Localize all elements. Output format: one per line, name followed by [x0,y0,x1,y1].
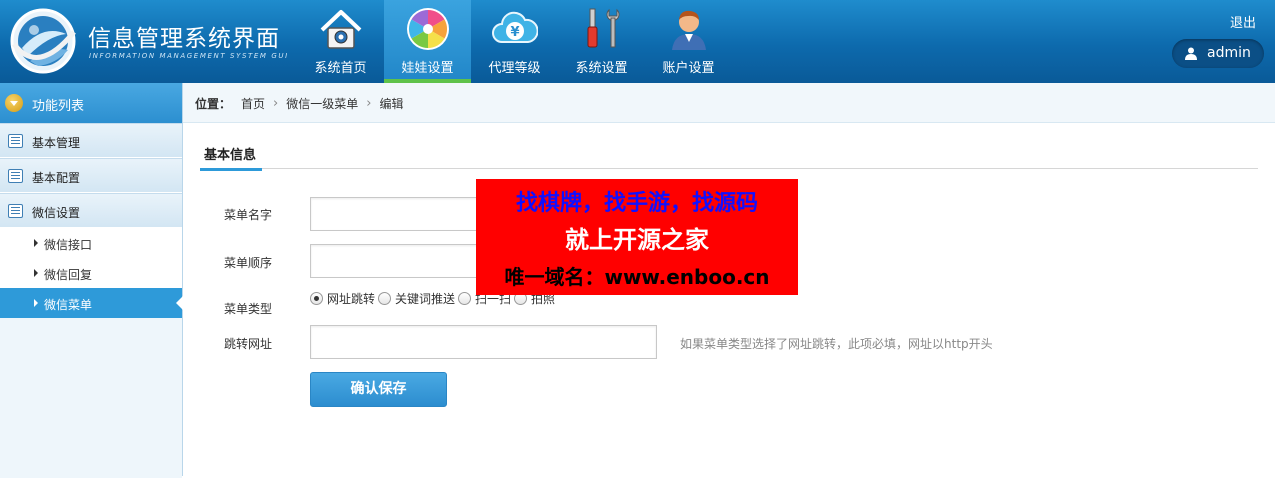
ad-banner[interactable]: 找棋牌，找手游，找源码 就上开源之家 唯一域名：www.enboo.cn [476,179,798,295]
user-account-icon [672,10,706,50]
nav-label: 系统设置 [575,61,628,76]
tab-label: 基本信息 [204,148,257,163]
list-icon [8,204,23,218]
save-button[interactable]: 确认保存 [310,372,447,407]
nav-label: 代理等级 [488,61,541,76]
ad-line-3: 唯一域名：www.enboo.cn [504,265,770,289]
menu-type-label: 菜单类型 [224,302,273,316]
sidebar: 功能列表 基本管理 基本配置 微信设置 微信接口 微信回复 微信菜单 [0,83,183,478]
breadcrumb-current: 编辑 [379,97,404,111]
radio-label: 网址跳转 [327,292,376,306]
menu-name-label: 菜单名字 [224,208,273,222]
sidebar-header-label: 功能列表 [32,99,85,114]
menu-order-label: 菜单顺序 [224,256,273,270]
nav-item-home[interactable]: 系统首页 [297,0,384,83]
radio-url-redirect[interactable]: 网址跳转 [310,290,375,307]
radio-checked-icon [310,292,323,305]
sidebar-group-basic-config[interactable]: 基本配置 [0,158,182,193]
username: admin [1207,45,1251,61]
nav-item-account-settings[interactable]: 账户设置 [645,0,732,83]
svg-text:¥: ¥ [510,25,519,40]
radio-keyword-push[interactable]: 关键词推送 [378,290,455,307]
sidebar-item-label: 微信菜单 [44,298,93,312]
ad-line-1: 找棋牌，找手游，找源码 [515,191,758,216]
sidebar-item-label: 微信回复 [44,268,93,282]
nav-item-agent-level[interactable]: ¥ 代理等级 [471,0,558,83]
sidebar-empty-area [0,318,182,478]
nav-item-doll-settings[interactable]: 娃娃设置 [384,0,471,83]
radio-label: 关键词推送 [395,292,456,306]
sidebar-group-wechat-settings[interactable]: 微信设置 [0,193,182,228]
sidebar-group-basic-management[interactable]: 基本管理 [0,123,182,158]
redirect-url-label: 跳转网址 [224,337,273,351]
form-tabbar: 基本信息 [200,137,1258,171]
tab-basic-info[interactable]: 基本信息 [200,137,263,171]
sidebar-group-label: 基本管理 [32,136,81,150]
list-icon [8,169,23,183]
breadcrumb: 位置： 首页 › 微信一级菜单 › 编辑 [183,83,1275,123]
sidebar-group-label: 基本配置 [32,171,81,185]
breadcrumb-wechat-menu[interactable]: 微信一级菜单 [286,95,358,112]
nav-label: 账户设置 [662,61,715,76]
sidebar-item-label: 微信接口 [44,238,93,252]
caret-right-icon [34,299,38,307]
nav-label: 系统首页 [314,61,367,76]
tools-icon [587,8,620,48]
sidebar-item-wechat-reply[interactable]: 微信回复 [0,258,182,288]
nav-label: 娃娃设置 [401,61,454,76]
top-header: 信息管理系统界面 INFORMATION MANAGEMENT SYSTEM G… [0,0,1275,83]
sidebar-header[interactable]: 功能列表 [0,83,182,123]
breadcrumb-label: 位置： [195,97,232,111]
home-icon [320,10,362,49]
logo-globe-icon [10,8,76,74]
caret-right-icon [34,239,38,247]
yen-cloud-icon: ¥ [492,11,538,43]
radio-unchecked-icon [458,292,472,305]
ad-line-2: 就上开源之家 [565,226,709,254]
user-icon [1185,47,1197,60]
top-nav: 系统首页 娃娃设置 ¥ 代理等级 系统设置 账户设置 [297,0,732,83]
logout-link[interactable]: 退出 [1230,12,1256,31]
caret-right-icon [34,269,38,277]
breadcrumb-separator-icon: › [273,96,279,111]
sidebar-item-wechat-menu[interactable]: 微信菜单 [0,288,183,318]
sidebar-group-label: 微信设置 [32,206,81,220]
redirect-url-input[interactable] [310,325,657,359]
nav-item-system-settings[interactable]: 系统设置 [558,0,645,83]
app-subtitle: INFORMATION MANAGEMENT SYSTEM GUI [89,52,289,60]
redirect-url-hint: 如果菜单类型选择了网址跳转，此项必填，网址以http开头 [680,337,993,351]
color-wheel-icon [407,8,449,50]
app-title: 信息管理系统界面 [88,26,280,52]
breadcrumb-separator-icon: › [366,96,372,111]
user-menu-button[interactable]: admin [1172,39,1264,68]
radio-unchecked-icon [378,292,392,305]
breadcrumb-home[interactable]: 首页 [241,95,265,112]
chevron-down-icon [5,94,23,112]
sidebar-item-wechat-api[interactable]: 微信接口 [0,228,182,258]
list-icon [8,134,23,148]
